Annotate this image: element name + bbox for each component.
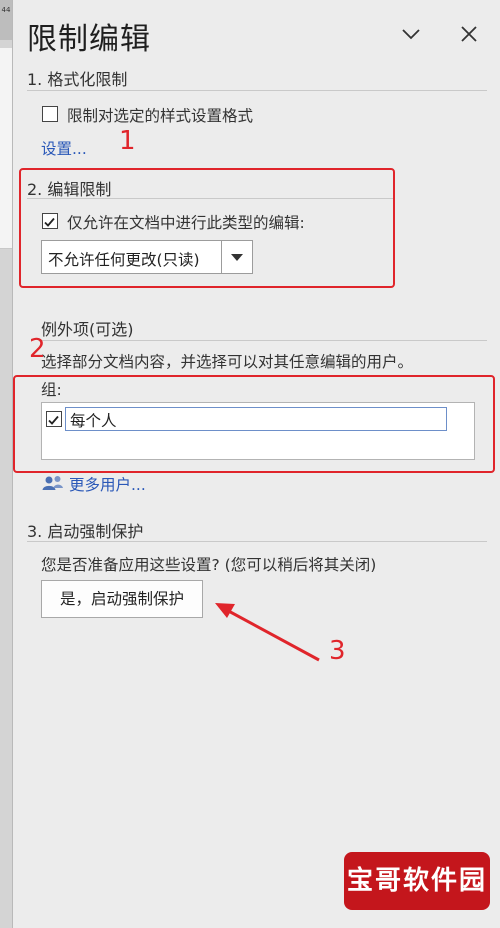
close-icon[interactable] <box>455 20 483 48</box>
divider <box>41 340 487 341</box>
site-watermark: 宝哥软件园 <box>344 852 490 910</box>
enforcement-question: 您是否准备应用这些设置? (您可以稍后将其关闭) <box>41 556 377 574</box>
pane-title: 限制编辑 <box>27 22 151 57</box>
more-users-link[interactable]: 更多用户... <box>69 473 146 495</box>
settings-link[interactable]: 设置... <box>41 137 87 159</box>
annotation-box-1 <box>19 168 395 288</box>
exceptions-heading: 例外项(可选) <box>41 320 134 339</box>
document-page-edge <box>0 48 12 249</box>
document-edge-strip: 44 <box>0 0 13 928</box>
divider <box>27 90 487 91</box>
annotation-arrow <box>215 603 320 662</box>
limit-formatting-label: 限制对选定的样式设置格式 <box>67 107 254 125</box>
start-enforcement-heading: 3. 启动强制保护 <box>27 522 144 541</box>
annotation-number-1: 1 <box>119 126 136 156</box>
exceptions-description: 选择部分文档内容，并选择可以对其任意编辑的用户。 <box>41 353 414 371</box>
chevron-down-icon[interactable] <box>397 20 425 48</box>
strip-number: 44 <box>1 6 11 14</box>
annotation-number-2: 2 <box>29 334 46 364</box>
limit-formatting-checkbox[interactable] <box>42 106 58 122</box>
restrict-editing-pane: 限制编辑 1. 格式化限制 限制对选定的样式设置格式 设置... 2. 编辑限制… <box>13 0 500 928</box>
divider <box>27 541 487 542</box>
annotation-box-2 <box>13 375 495 473</box>
formatting-restrictions-heading: 1. 格式化限制 <box>27 70 128 89</box>
start-enforcing-button[interactable]: 是，启动强制保护 <box>41 580 203 618</box>
annotation-number-3: 3 <box>329 636 346 666</box>
users-icon <box>41 474 65 492</box>
